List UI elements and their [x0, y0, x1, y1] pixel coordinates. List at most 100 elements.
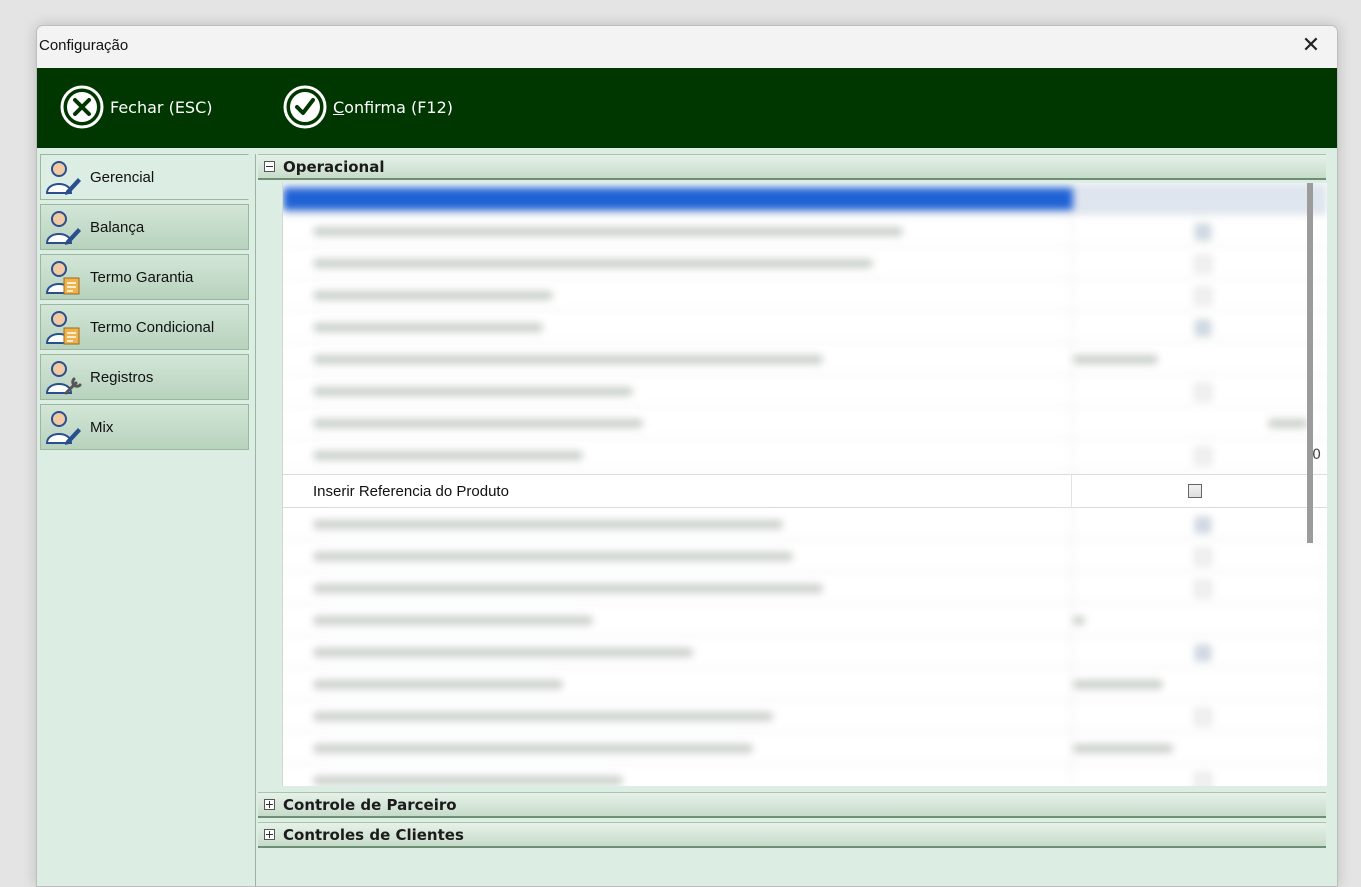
user-pen-icon [45, 411, 81, 445]
row-description [313, 520, 783, 529]
row-checkbox[interactable] [1195, 288, 1211, 304]
row-checkbox[interactable] [1195, 517, 1211, 533]
table-row[interactable] [283, 407, 1327, 439]
user-wrench-icon [45, 361, 82, 395]
row-description [283, 188, 1073, 210]
row-description [313, 552, 793, 561]
row-description [313, 584, 823, 593]
table-row[interactable] [283, 764, 1327, 786]
sidebar-item-label: Registros [90, 368, 154, 386]
table-row[interactable] [283, 668, 1327, 700]
row-description [313, 355, 823, 364]
row-description [313, 291, 553, 300]
row-checkbox[interactable] [1195, 773, 1211, 786]
table-row[interactable] [283, 572, 1327, 604]
sidebar-item-label: Gerencial [90, 168, 155, 186]
row-description [313, 616, 593, 625]
row-checkbox[interactable] [1195, 384, 1211, 400]
user-pen-icon [45, 161, 81, 195]
expand-icon[interactable] [264, 829, 275, 840]
setting-row-inserir-referencia[interactable]: Inserir Referencia do Produto [283, 474, 1327, 508]
row-value [1073, 355, 1158, 364]
row-checkbox[interactable] [1195, 448, 1211, 464]
row-checkbox[interactable] [1195, 709, 1211, 725]
user-pen-icon [45, 211, 81, 245]
group-label: Controles de Clientes [283, 825, 464, 844]
sidebar-item-registros[interactable]: Registros [40, 354, 249, 400]
row-description [313, 776, 623, 785]
row-checkbox[interactable] [1195, 224, 1211, 240]
sidebar: Gerencial Balança Termo Garantia Termo C… [40, 154, 249, 454]
sidebar-item-balanca[interactable]: Balança [40, 204, 249, 250]
table-row[interactable] [283, 439, 1327, 471]
confirm-f12-button[interactable]: Confirma (F12) [282, 82, 453, 132]
table-row[interactable] [283, 732, 1327, 764]
confirm-f12-label: Confirma (F12) [333, 98, 453, 117]
group-operacional[interactable]: Operacional [258, 154, 1326, 180]
table-row[interactable] [283, 343, 1327, 375]
table-row[interactable] [283, 604, 1327, 636]
close-esc-label: Fechar (ESC) [110, 97, 213, 117]
toolbar: Fechar (ESC) Confirma (F12) [37, 68, 1337, 148]
user-document-icon [45, 311, 80, 345]
group-controle-de-parceiro[interactable]: Controle de Parceiro [258, 792, 1326, 818]
row-checkbox[interactable] [1195, 256, 1211, 272]
settings-grid: Inserir Referencia do Produto 0 [282, 183, 1327, 786]
sidebar-item-termo-condicional[interactable]: Termo Condicional [40, 304, 249, 350]
sidebar-item-mix[interactable]: Mix [40, 404, 249, 450]
row-description [313, 387, 633, 396]
close-circle-icon [60, 85, 104, 129]
row-description [313, 712, 773, 721]
collapse-icon[interactable] [264, 161, 275, 172]
row-checkbox[interactable] [1195, 320, 1211, 336]
window-title: Configuração [39, 37, 129, 54]
row-description [313, 451, 583, 460]
column-divider [1071, 475, 1072, 507]
table-row[interactable] [283, 375, 1327, 407]
vertical-scrollbar[interactable] [1307, 183, 1313, 543]
configuration-window: Configuração ✕ Fechar (ESC) Confirma (F1… [36, 25, 1338, 887]
row-description [313, 419, 643, 428]
sidebar-item-label: Termo Condicional [90, 318, 215, 336]
sidebar-item-gerencial[interactable]: Gerencial [40, 154, 249, 200]
row-value [1073, 680, 1163, 689]
group-controles-de-clientes[interactable]: Controles de Clientes [258, 822, 1326, 848]
table-row[interactable] [283, 540, 1327, 572]
close-esc-button[interactable]: Fechar (ESC) [59, 82, 213, 132]
row-description [313, 227, 903, 236]
sidebar-item-label: Termo Garantia [90, 268, 194, 286]
row-description [313, 259, 873, 268]
table-row[interactable] [283, 215, 1327, 247]
table-row[interactable] [283, 279, 1327, 311]
row-value [1073, 744, 1173, 753]
sidebar-item-termo-garantia[interactable]: Termo Garantia [40, 254, 249, 300]
truncated-value: 0 [1312, 447, 1321, 463]
table-row[interactable] [283, 311, 1327, 343]
row-checkbox[interactable] [1195, 581, 1211, 597]
row-value [1268, 419, 1308, 428]
table-row[interactable] [283, 183, 1327, 215]
row-description [313, 648, 693, 657]
table-row[interactable] [283, 247, 1327, 279]
table-row[interactable] [283, 700, 1327, 732]
sidebar-item-label: Mix [90, 418, 114, 436]
expand-icon[interactable] [264, 799, 275, 810]
row-description [313, 680, 563, 689]
title-bar: Configuração ✕ [37, 26, 1337, 68]
user-document-icon [45, 261, 80, 295]
check-circle-icon [283, 85, 327, 129]
row-description [313, 744, 753, 753]
content-area: Gerencial Balança Termo Garantia Termo C… [37, 148, 1337, 886]
group-label: Controle de Parceiro [283, 795, 457, 814]
row-description [313, 323, 543, 332]
row-checkbox[interactable] [1195, 549, 1211, 565]
inserir-referencia-checkbox[interactable] [1188, 484, 1202, 498]
close-window-button[interactable]: ✕ [1299, 32, 1323, 60]
settings-pane: Operacional Inserir Referencia do Produt… [255, 154, 1327, 886]
confirm-label-rest: onfirma (F12) [344, 97, 453, 117]
table-row[interactable] [283, 508, 1327, 540]
row-value [1073, 616, 1085, 625]
table-row[interactable] [283, 636, 1327, 668]
row-checkbox[interactable] [1195, 645, 1211, 661]
group-label: Operacional [283, 157, 385, 176]
